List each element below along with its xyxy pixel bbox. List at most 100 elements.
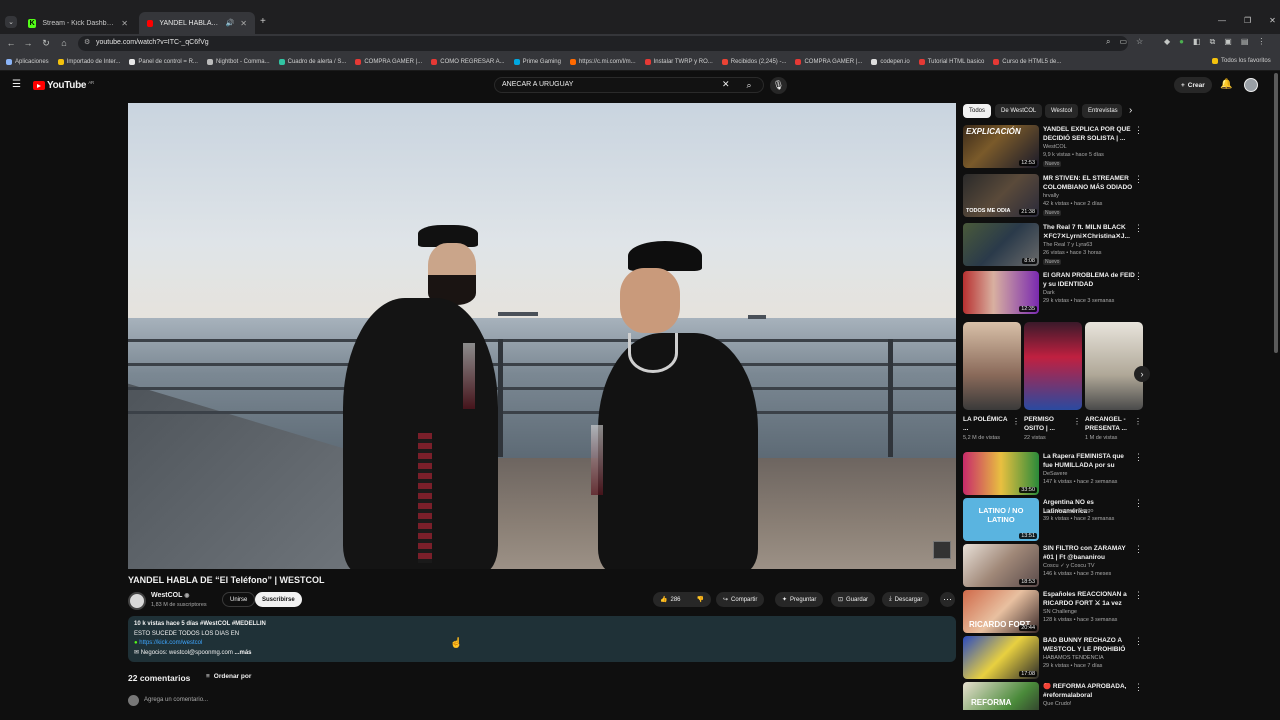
channel-avatar[interactable] <box>128 592 146 610</box>
chip-interviews[interactable]: Entrevistas <box>1082 104 1122 118</box>
more-options-icon[interactable]: ⋮ <box>1134 223 1143 234</box>
video-thumbnail[interactable]: 18:53 <box>963 544 1039 587</box>
video-player[interactable] <box>128 103 956 569</box>
dislike-icon[interactable]: 👎 <box>697 596 704 603</box>
channel-name[interactable]: WestCOL ◉ <box>151 592 189 599</box>
hamburger-menu-icon[interactable]: ☰ <box>12 79 21 90</box>
restore-icon[interactable]: ❐ <box>1244 16 1251 25</box>
show-more-link[interactable]: ...más <box>235 650 252 656</box>
bookmark-item[interactable]: Panel de control = R... <box>129 59 198 65</box>
recommended-video[interactable]: 18:53 SIN FILTRO con ZARAMAY #01 | Ft @b… <box>963 544 1143 588</box>
page-scrollbar[interactable] <box>1274 73 1278 353</box>
notifications-bell-icon[interactable]: 🔔 <box>1220 79 1232 90</box>
back-icon[interactable]: ← <box>4 36 18 50</box>
home-icon[interactable]: ⌂ <box>57 36 71 50</box>
more-options-icon[interactable]: ⋮ <box>1134 544 1143 555</box>
search-icon[interactable]: ⌕ <box>738 77 760 93</box>
subscribe-button[interactable]: Suscribirse <box>255 592 302 607</box>
short-thumbnail[interactable] <box>1085 322 1143 410</box>
bookmark-item[interactable]: codepen.io <box>871 59 910 65</box>
forward-icon[interactable]: → <box>21 36 35 50</box>
more-options-icon[interactable]: ⋮ <box>1134 590 1143 601</box>
recommended-video[interactable]: 12:35 El GRAN PROBLEMA de FEID y su IDEN… <box>963 271 1143 315</box>
add-comment-input[interactable]: Agrega un comentario... <box>144 697 208 703</box>
bookmark-star-icon[interactable]: ☆ <box>1136 37 1143 47</box>
more-options-icon[interactable]: ⋮ <box>1134 682 1143 693</box>
sidepanel-icon[interactable]: ▤ <box>1241 37 1249 47</box>
description-link[interactable]: https://kick.com/westcol <box>139 640 202 646</box>
bookmark-item[interactable]: Tutorial HTML basico <box>918 59 984 65</box>
reload-icon[interactable]: ↻ <box>39 36 53 50</box>
cast-icon[interactable]: ▭ <box>1119 37 1127 47</box>
speaker-icon[interactable]: 🔊 <box>226 19 235 27</box>
video-thumbnail[interactable]: LATINO / NO LATINO 13:51 <box>963 498 1039 541</box>
close-icon[interactable]: ✕ <box>240 19 247 28</box>
download-button[interactable]: ⤓ Descargar <box>882 592 930 607</box>
bookmark-item[interactable]: COMPRA GAMER |... <box>795 59 862 65</box>
share-button[interactable]: ↪ Compartir <box>716 592 765 607</box>
more-options-icon[interactable]: ⋮ <box>1134 636 1143 647</box>
video-thumbnail[interactable]: EXPLICACIÓN 12:53 <box>963 125 1039 168</box>
video-description[interactable]: 10 k vistas hace 5 días #WestCOL #MEDELL… <box>128 616 956 662</box>
more-options-icon[interactable]: ⋮ <box>1134 498 1143 509</box>
chip-all[interactable]: Todos <box>963 104 992 118</box>
join-button[interactable]: Unirse <box>222 592 256 607</box>
more-options-icon[interactable]: ⋮ <box>1134 452 1143 463</box>
recommended-video[interactable]: REFORMA 🔴 REFORMA APROBADA, #reformalabo… <box>963 682 1143 710</box>
bookmark-item[interactable]: Nightbot - Comma... <box>206 59 270 65</box>
like-icon[interactable]: 👍 <box>660 596 667 603</box>
address-bar[interactable]: youtube.com/watch?v=ITC-_qC6fVg <box>78 36 1128 51</box>
more-actions-icon[interactable]: ⋯ <box>940 592 955 607</box>
more-options-icon[interactable]: ⋮ <box>1012 417 1020 426</box>
short-thumbnail[interactable] <box>1024 322 1082 410</box>
bookmark-item[interactable]: Importado de Inter... <box>57 59 120 65</box>
chip-westcol[interactable]: Westcol <box>1045 104 1079 118</box>
chips-next-icon[interactable]: › <box>1129 105 1132 116</box>
video-thumbnail[interactable]: 12:35 <box>963 271 1039 314</box>
sort-comments-button[interactable]: ≡ Ordenar por <box>206 673 251 680</box>
bookmark-item[interactable]: Cuadro de alerta / S... <box>278 59 346 65</box>
video-thumbnail[interactable]: TODOS ME ODIA 21:38 <box>963 174 1039 217</box>
more-options-icon[interactable]: ⋮ <box>1134 417 1142 426</box>
voice-search-mic-icon[interactable]: 🎙 <box>770 77 787 94</box>
short-thumbnail[interactable] <box>963 322 1021 410</box>
extension-icon[interactable]: ● <box>1179 37 1184 47</box>
menu-icon[interactable]: ⋮ <box>1257 37 1265 47</box>
ask-button[interactable]: ✦ Preguntar <box>775 592 824 607</box>
profile-icon[interactable]: ▣ <box>1224 37 1232 47</box>
create-button[interactable]: + Crear <box>1174 77 1212 93</box>
video-thumbnail[interactable]: REFORMA <box>963 682 1039 710</box>
save-button[interactable]: ⊡ Guardar <box>831 592 876 607</box>
bookmark-apps[interactable]: Aplicaciones <box>6 59 49 65</box>
account-avatar[interactable] <box>1244 78 1258 92</box>
bookmark-item[interactable]: Curso de HTML5 de... <box>993 59 1061 65</box>
recommended-video[interactable]: RICARDO FORT 20:44 Españoles REACCIONAN … <box>963 590 1143 634</box>
bookmark-item[interactable]: Prime Gaming <box>513 59 561 65</box>
all-bookmarks[interactable]: Todos los favoritos <box>1212 58 1271 64</box>
more-options-icon[interactable]: ⋮ <box>1134 174 1143 185</box>
recommended-video[interactable]: 8:08 The Real 7 ft. MILN BLACK ✕FC7✕Lyrn… <box>963 223 1143 267</box>
close-icon[interactable]: ✕ <box>121 19 128 28</box>
recommended-video[interactable]: 33:50 La Rapera FEMINISTA que fue HUMILL… <box>963 452 1143 496</box>
recommended-video[interactable]: EXPLICACIÓN 12:53 YANDEL EXPLICA POR QUÉ… <box>963 125 1143 169</box>
video-thumbnail[interactable]: 8:08 <box>963 223 1039 266</box>
more-options-icon[interactable]: ⋮ <box>1134 125 1143 136</box>
close-window-icon[interactable]: ✕ <box>1269 16 1276 25</box>
chip-from-channel[interactable]: De WestCOL <box>995 104 1043 118</box>
bookmark-item[interactable]: COMO REGRESAR A... <box>431 59 505 65</box>
recommended-video[interactable]: TODOS ME ODIA 21:38 MR STIVEN: EL STREAM… <box>963 174 1143 218</box>
extension-icon[interactable]: ◆ <box>1164 37 1170 47</box>
recommended-video[interactable]: LATINO / NO LATINO 13:51 Argentina NO es… <box>963 498 1143 542</box>
extensions-puzzle-icon[interactable]: ⧉ <box>1210 37 1216 47</box>
site-info-icon[interactable]: ⚙ <box>84 38 90 46</box>
clear-search-icon[interactable]: ✕ <box>722 79 730 90</box>
tab-youtube-video[interactable]: YANDEL HABLA DE "El Teléfo 🔊 ✕ <box>139 12 255 34</box>
bookmark-item[interactable]: Instalar TWRP y RO... <box>644 59 713 65</box>
like-count[interactable]: 286 <box>670 597 680 603</box>
youtube-logo[interactable]: YouTube AR <box>33 80 94 91</box>
video-thumbnail[interactable]: RICARDO FORT 20:44 <box>963 590 1039 633</box>
recommended-video[interactable]: 17:08 BAD BUNNY RECHAZÓ A WESTCOL Y LE P… <box>963 636 1143 680</box>
more-options-icon[interactable]: ⋮ <box>1073 417 1081 426</box>
new-tab-icon[interactable]: + <box>260 16 266 27</box>
shorts-next-icon[interactable]: › <box>1134 366 1150 382</box>
